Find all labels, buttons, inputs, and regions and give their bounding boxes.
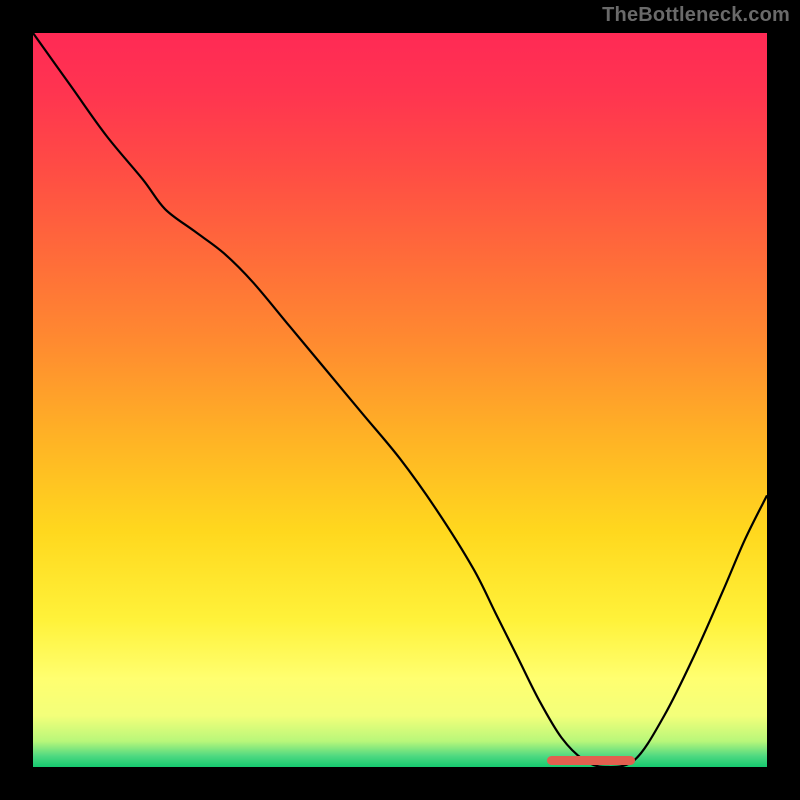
chart-frame: TheBottleneck.com <box>0 0 800 800</box>
plot-area <box>33 33 767 767</box>
optimal-range-marker <box>547 756 635 765</box>
bottleneck-curve <box>33 33 767 767</box>
watermark-text: TheBottleneck.com <box>602 4 790 27</box>
